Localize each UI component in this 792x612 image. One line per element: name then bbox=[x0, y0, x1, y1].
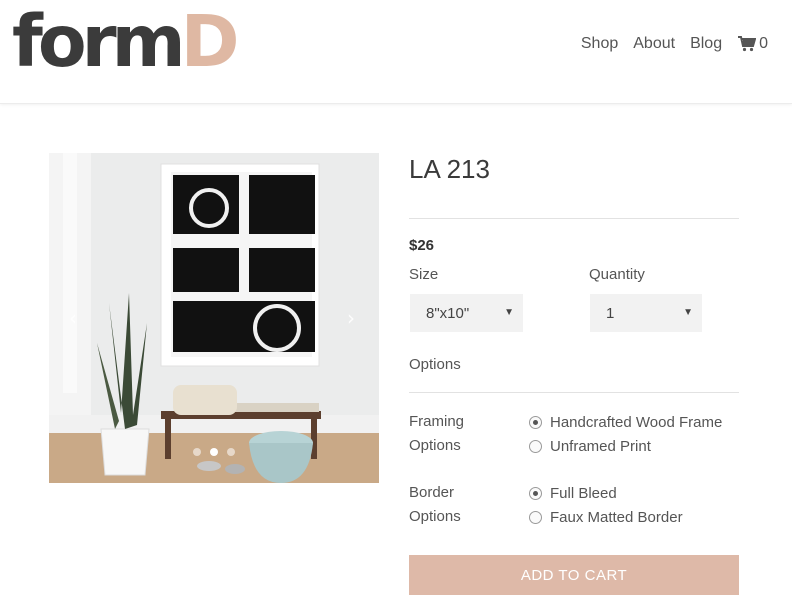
divider bbox=[409, 392, 739, 393]
chevron-down-icon: ▼ bbox=[683, 307, 693, 318]
framing-label-line1: Framing bbox=[409, 413, 465, 430]
border-option-label: Faux Matted Border bbox=[550, 508, 683, 526]
size-select-value: 8"x10" bbox=[426, 304, 470, 322]
main-nav: Shop About Blog 0 bbox=[566, 34, 768, 54]
product-price: $26 bbox=[409, 237, 435, 254]
options-heading: Options bbox=[409, 356, 461, 373]
framing-option-unframed[interactable]: Unframed Print bbox=[529, 434, 651, 458]
product-photo: ‹ › bbox=[49, 153, 379, 483]
radio-checked-icon[interactable] bbox=[529, 415, 542, 429]
next-arrow-icon[interactable]: › bbox=[347, 306, 355, 330]
border-label-line1: Border bbox=[409, 484, 455, 501]
framing-label-line2: Options bbox=[409, 437, 461, 454]
carousel-dot[interactable] bbox=[227, 448, 235, 456]
cart-count: 0 bbox=[759, 35, 768, 52]
quantity-select-value: 1 bbox=[606, 304, 615, 322]
site-header: formD Shop About Blog 0 bbox=[0, 0, 792, 104]
framing-option-label: Unframed Print bbox=[550, 437, 651, 455]
radio-checked-icon[interactable] bbox=[529, 486, 542, 500]
chevron-down-icon: ▼ bbox=[504, 307, 514, 318]
size-select[interactable]: 8"x10" ▼ bbox=[410, 294, 523, 332]
quantity-select[interactable]: 1 ▼ bbox=[590, 294, 702, 332]
framing-label: Framing Options bbox=[409, 410, 464, 458]
size-label: Size bbox=[409, 266, 439, 283]
quantity-label: Quantity bbox=[589, 266, 645, 283]
border-label: Border Options bbox=[409, 481, 461, 529]
logo-text-form: form bbox=[12, 0, 186, 83]
radio-icon[interactable] bbox=[529, 439, 542, 453]
carousel-dot-active[interactable] bbox=[210, 448, 218, 456]
radio-icon[interactable] bbox=[529, 510, 542, 524]
divider bbox=[409, 218, 739, 219]
logo-text-d: D bbox=[180, 0, 240, 83]
product-image-carousel[interactable]: ‹ › bbox=[49, 153, 379, 483]
prev-arrow-icon[interactable]: ‹ bbox=[69, 306, 77, 330]
add-to-cart-button[interactable]: ADD TO CART bbox=[409, 555, 739, 595]
product-title: LA 213 bbox=[409, 154, 490, 184]
border-option-full-bleed[interactable]: Full Bleed bbox=[529, 481, 617, 505]
carousel-dot[interactable] bbox=[193, 448, 201, 456]
nav-blog-link[interactable]: Blog bbox=[690, 34, 722, 54]
cart-link[interactable]: 0 bbox=[738, 35, 768, 53]
border-option-matted[interactable]: Faux Matted Border bbox=[529, 505, 683, 529]
border-option-label: Full Bleed bbox=[550, 484, 617, 502]
brand-logo[interactable]: formD bbox=[12, 0, 240, 83]
cart-icon bbox=[738, 36, 757, 52]
nav-shop-link[interactable]: Shop bbox=[581, 34, 618, 54]
framing-option-wood[interactable]: Handcrafted Wood Frame bbox=[529, 410, 722, 434]
framing-option-label: Handcrafted Wood Frame bbox=[550, 413, 723, 431]
nav-about-link[interactable]: About bbox=[633, 34, 675, 54]
border-label-line2: Options bbox=[409, 508, 461, 525]
